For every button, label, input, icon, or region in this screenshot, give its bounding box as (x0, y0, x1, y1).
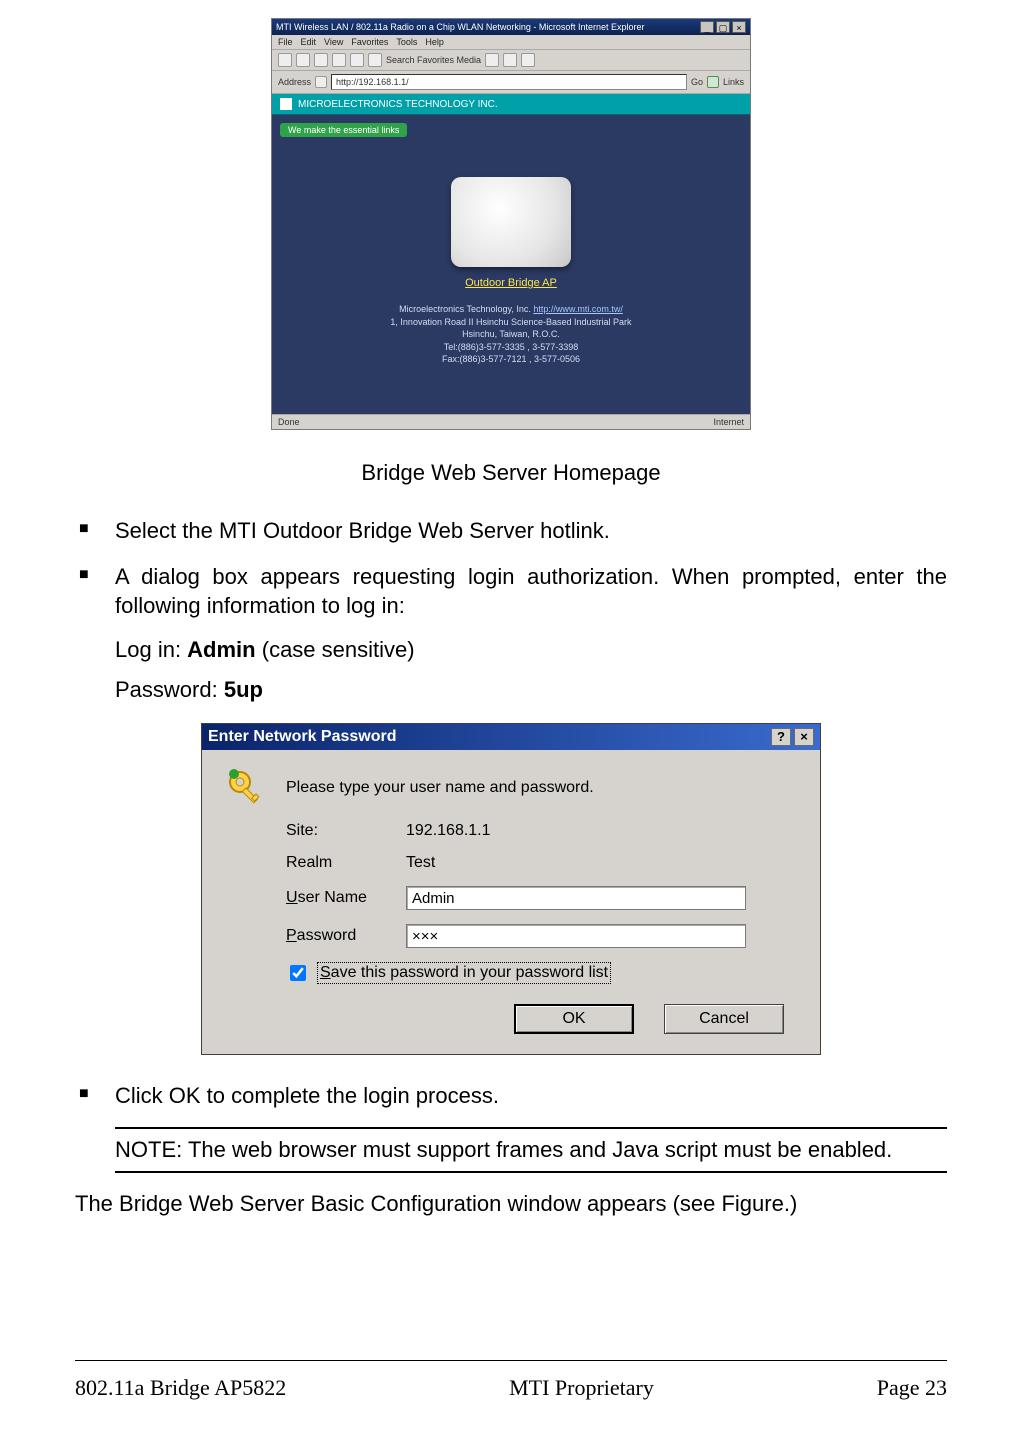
menubar-item[interactable]: Favorites (351, 37, 388, 47)
password-value: 5up (224, 677, 263, 702)
titlebar-controls: _ ▢ × (700, 21, 746, 33)
page-icon (315, 76, 327, 88)
dialog-titlebar: Enter Network Password ? × (202, 724, 820, 750)
go-label[interactable]: Go (691, 77, 703, 87)
browser-title: MTI Wireless LAN / 802.11a Radio on a Ch… (276, 22, 644, 32)
list-item: Select the MTI Outdoor Bridge Web Server… (75, 516, 947, 546)
password-input[interactable] (406, 924, 746, 948)
company-url[interactable]: http://www.mti.com.tw/ (533, 304, 623, 314)
dialog-body: Please type your user name and password.… (202, 750, 820, 1054)
menubar-item[interactable]: Help (425, 37, 444, 47)
password-line: Password: 5up (115, 677, 947, 703)
address-label: Address (278, 77, 311, 87)
status-bar: Done Internet (272, 414, 750, 429)
company-address: Microelectronics Technology, Inc. http:/… (272, 303, 750, 366)
login-line: Log in: Admin (case sensitive) (115, 637, 947, 663)
login-value: Admin (187, 637, 255, 662)
password-label: Password (286, 927, 406, 945)
menubar-item[interactable]: Edit (301, 37, 317, 47)
stop-icon[interactable] (314, 53, 328, 67)
key-icon (226, 768, 266, 808)
footer-right: Page 23 (877, 1375, 947, 1401)
close-icon[interactable]: × (794, 728, 814, 746)
refresh-icon[interactable] (332, 53, 346, 67)
back-icon[interactable] (278, 53, 292, 67)
ok-button[interactable]: OK (514, 1004, 634, 1034)
status-left: Done (278, 417, 300, 427)
forward-icon[interactable] (296, 53, 310, 67)
slogan: We make the essential links (280, 123, 407, 137)
address-line: 1, Innovation Road II Hsinchu Science-Ba… (390, 317, 631, 327)
realm-label: Realm (286, 854, 406, 872)
favorites-icon[interactable] (485, 53, 499, 67)
password-prefix: Password: (115, 677, 224, 702)
note-box: NOTE: The web browser must support frame… (115, 1127, 947, 1173)
auth-dialog: Enter Network Password ? × (201, 723, 821, 1055)
dialog-prompt: Please type your user name and password. (286, 779, 594, 797)
browser-toolbar: Search Favorites Media (272, 50, 750, 71)
dialog-screenshot: Enter Network Password ? × (201, 723, 821, 1055)
trailing-paragraph: The Bridge Web Server Basic Configuratio… (75, 1191, 947, 1217)
mti-banner: MICROELECTRONICS TECHNOLOGY INC. (272, 94, 750, 115)
browser-titlebar: MTI Wireless LAN / 802.11a Radio on a Ch… (272, 19, 750, 35)
history-icon[interactable] (521, 53, 535, 67)
cancel-button[interactable]: Cancel (664, 1004, 784, 1034)
address-bar-row: Address http://192.168.1.1/ Go Links (272, 71, 750, 94)
address-input[interactable]: http://192.168.1.1/ (331, 74, 687, 90)
help-icon[interactable]: ? (771, 728, 791, 746)
device-image (451, 177, 571, 267)
instruction-list-2: Click OK to complete the login process. (75, 1081, 947, 1111)
tel-line: Tel:(886)3-577-3335 , 3-577-3398 (444, 342, 579, 352)
instruction-list: Select the MTI Outdoor Bridge Web Server… (75, 516, 947, 621)
figure-caption: Bridge Web Server Homepage (75, 460, 947, 486)
realm-value: Test (406, 854, 435, 872)
logo-icon (280, 98, 292, 110)
menubar-item[interactable]: Tools (396, 37, 417, 47)
site-label: Site: (286, 822, 406, 840)
dialog-form: Site: 192.168.1.1 Realm Test User Name P… (286, 822, 796, 1034)
list-item: A dialog box appears requesting login au… (75, 562, 947, 621)
media-icon[interactable] (503, 53, 517, 67)
outdoor-bridge-link[interactable]: Outdoor Bridge AP (272, 277, 750, 289)
links-label[interactable]: Links (723, 77, 744, 87)
browser-viewport: MICROELECTRONICS TECHNOLOGY INC. We make… (272, 94, 750, 414)
search-icon[interactable] (368, 53, 382, 67)
browser-screenshot: MTI Wireless LAN / 802.11a Radio on a Ch… (271, 18, 751, 430)
close-icon[interactable]: × (732, 21, 746, 33)
home-icon[interactable] (350, 53, 364, 67)
login-suffix: (case sensitive) (256, 637, 415, 662)
page-footer: 802.11a Bridge AP5822 MTI Proprietary Pa… (75, 1360, 947, 1401)
fax-line: Fax:(886)3-577-7121 , 3-577-0506 (442, 354, 580, 364)
site-value: 192.168.1.1 (406, 822, 491, 840)
status-right: Internet (713, 417, 744, 427)
menubar-item[interactable]: View (324, 37, 343, 47)
username-input[interactable] (406, 886, 746, 910)
footer-center: MTI Proprietary (509, 1375, 654, 1401)
footer-left: 802.11a Bridge AP5822 (75, 1375, 286, 1401)
list-item: Click OK to complete the login process. (75, 1081, 947, 1111)
toolbar-text: Search Favorites Media (386, 55, 481, 65)
login-prefix: Log in: (115, 637, 187, 662)
save-password-label[interactable]: Save this password in your password list (317, 962, 611, 984)
banner-text: MICROELECTRONICS TECHNOLOGY INC. (298, 99, 498, 110)
username-label: User Name (286, 889, 406, 907)
save-password-checkbox[interactable] (290, 965, 306, 981)
menubar-item[interactable]: File (278, 37, 293, 47)
minimize-icon[interactable]: _ (700, 21, 714, 33)
dialog-title: Enter Network Password (208, 728, 397, 746)
maximize-icon[interactable]: ▢ (716, 21, 730, 33)
address-line: Hsinchu, Taiwan, R.O.C. (462, 329, 560, 339)
go-icon[interactable] (707, 76, 719, 88)
page: MTI Wireless LAN / 802.11a Radio on a Ch… (0, 0, 1022, 1441)
browser-menubar: File Edit View Favorites Tools Help (272, 35, 750, 50)
company-name: Microelectronics Technology, Inc. (399, 304, 531, 314)
